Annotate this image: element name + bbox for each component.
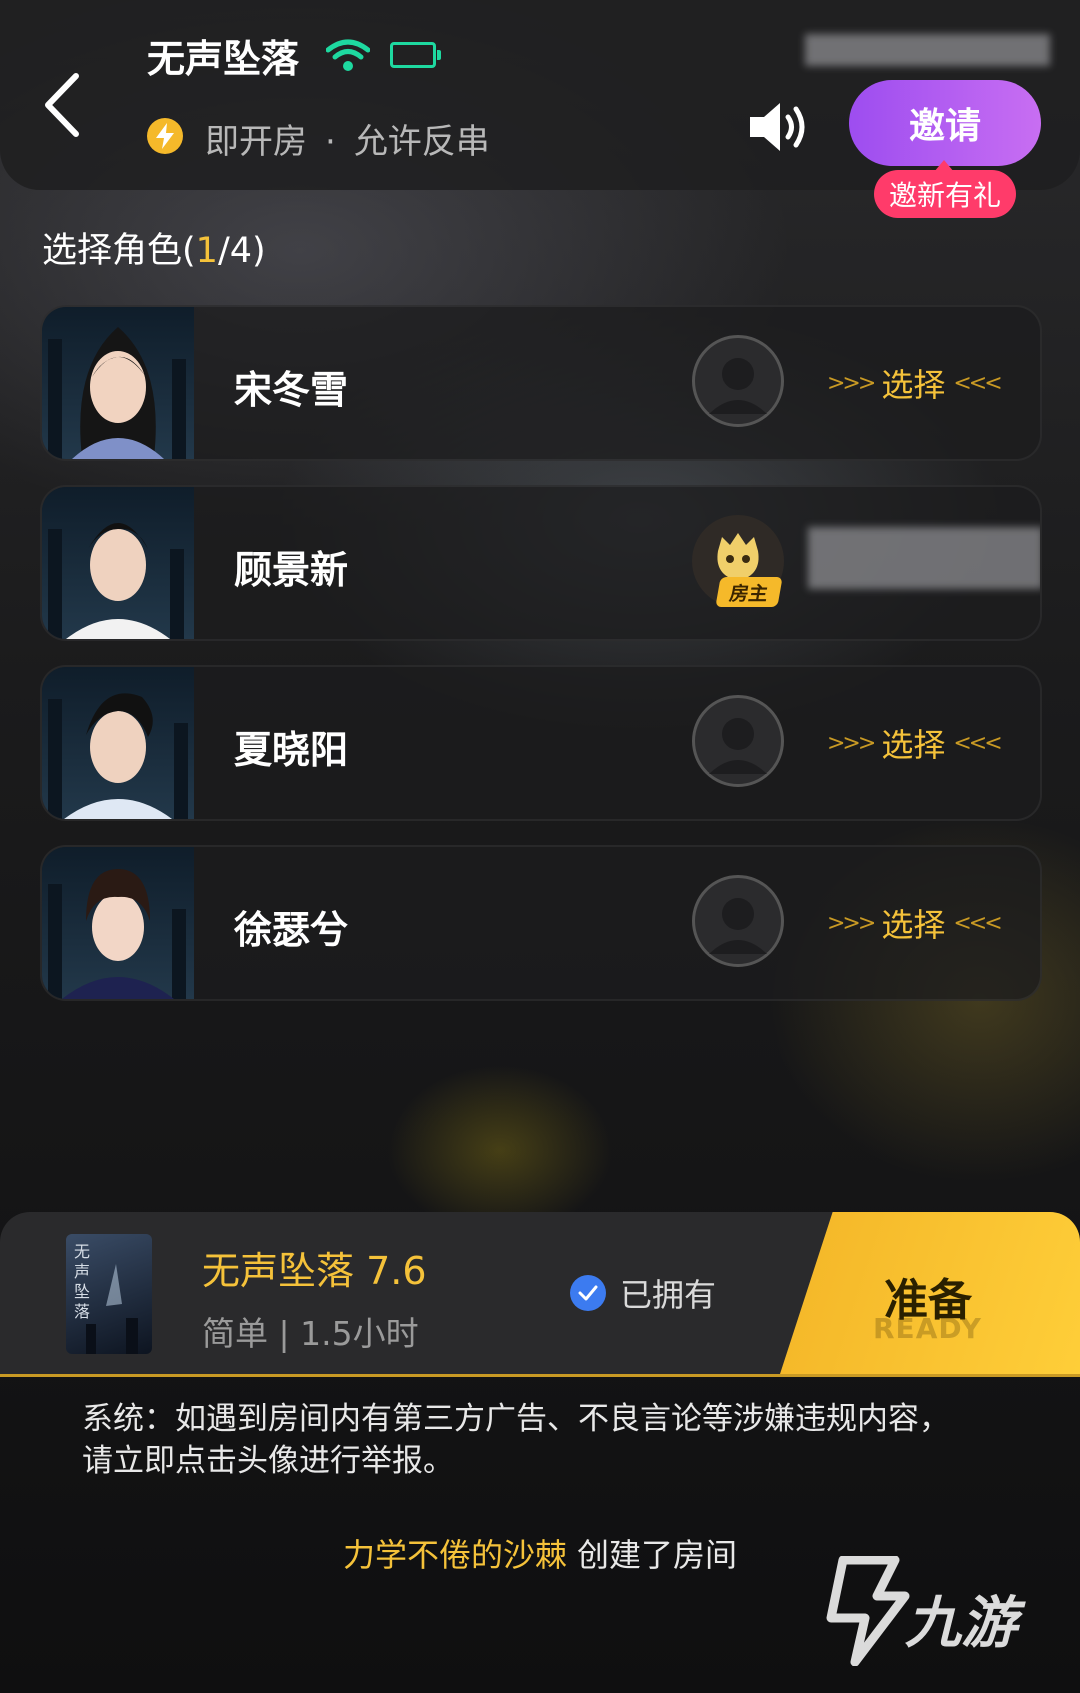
- watermark-logo-icon: [826, 1556, 910, 1666]
- role-title-suffix: /4): [217, 231, 266, 271]
- game-meta: 简单 | 1.5小时: [202, 1314, 419, 1353]
- role-title-prefix: 选择角色(: [42, 231, 196, 271]
- room-title: 无声坠落: [147, 37, 300, 81]
- select-role-button[interactable]: >>> 选择 <<<: [819, 355, 1008, 411]
- invite-reward-badge: 邀新有礼: [874, 160, 1016, 218]
- role-name: 夏晓阳: [234, 728, 349, 772]
- role-card[interactable]: 宋冬雪 >>> 选择 <<<: [40, 305, 1042, 461]
- wifi-icon: [326, 39, 370, 71]
- chevron-left-icon: <<<: [953, 370, 1002, 396]
- room-type: 即开房: [205, 122, 307, 162]
- role-card[interactable]: 夏晓阳 >>> 选择 <<<: [40, 665, 1042, 821]
- role-card[interactable]: 顾景新 房主: [40, 485, 1042, 641]
- creator-action: 创建了房间: [577, 1536, 738, 1574]
- check-icon: [570, 1275, 606, 1311]
- redacted-username: [808, 527, 1040, 589]
- game-title: 无声坠落 7.6: [202, 1249, 427, 1293]
- role-name: 徐瑟兮: [234, 908, 349, 952]
- role-portrait: [42, 487, 194, 639]
- select-role-button[interactable]: >>> 选择 <<<: [819, 715, 1008, 771]
- game-cover[interactable]: 无声坠落: [66, 1234, 152, 1354]
- chevron-right-icon: >>>: [827, 730, 876, 756]
- creator-name[interactable]: 力学不倦的沙棘: [343, 1536, 567, 1574]
- empty-seat-avatar: [692, 695, 784, 787]
- role-section-title: 选择角色(1/4): [42, 222, 266, 273]
- top-bar: 无声坠落 即开房 · 允许反串 邀请 邀新有礼: [0, 0, 1080, 218]
- chevron-right-icon: >>>: [827, 370, 876, 396]
- chevron-right-icon: >>>: [827, 910, 876, 936]
- chevron-left-icon: <<<: [953, 730, 1002, 756]
- back-arrow-icon[interactable]: [40, 70, 90, 140]
- select-label: 选择: [881, 366, 946, 404]
- owned-status: 已拥有: [570, 1270, 716, 1316]
- role-card[interactable]: 徐瑟兮 >>> 选择 <<<: [40, 845, 1042, 1001]
- role-portrait: [42, 667, 194, 819]
- role-portrait: [42, 307, 194, 459]
- empty-seat-avatar: [692, 335, 784, 427]
- role-name: 顾景新: [234, 548, 349, 592]
- battery-icon: [390, 42, 441, 68]
- room-info: 即开房 · 允许反串: [205, 114, 490, 163]
- select-label: 选择: [881, 906, 946, 944]
- watermark: 九游: [825, 1556, 1045, 1666]
- redacted-area: [805, 34, 1050, 66]
- host-badge: 房主: [715, 577, 783, 607]
- role-portrait: [42, 847, 194, 999]
- chevron-left-icon: <<<: [953, 910, 1002, 936]
- separator: ·: [325, 122, 336, 162]
- ready-sublabel: READY: [873, 1312, 982, 1345]
- select-role-button[interactable]: >>> 选择 <<<: [819, 895, 1008, 951]
- watermark-text: 九游: [905, 1591, 1017, 1656]
- select-label: 选择: [881, 726, 946, 764]
- system-message: 系统：如遇到房间内有第三方广告、不良言论等涉嫌违规内容，请立即点击头像进行举报。: [82, 1401, 950, 1479]
- owned-label: 已拥有: [620, 1276, 717, 1314]
- volume-icon[interactable]: [748, 100, 810, 154]
- role-name: 宋冬雪: [234, 368, 349, 412]
- game-info-bar: 无声坠落 无声坠落 7.6 简单 | 1.5小时 已拥有 准备 READY: [0, 1212, 1080, 1377]
- invite-button[interactable]: 邀请: [849, 80, 1041, 166]
- room-rule: 允许反串: [353, 122, 490, 162]
- selected-count: 1: [195, 231, 218, 271]
- lightning-icon: [147, 118, 183, 154]
- empty-seat-avatar: [692, 875, 784, 967]
